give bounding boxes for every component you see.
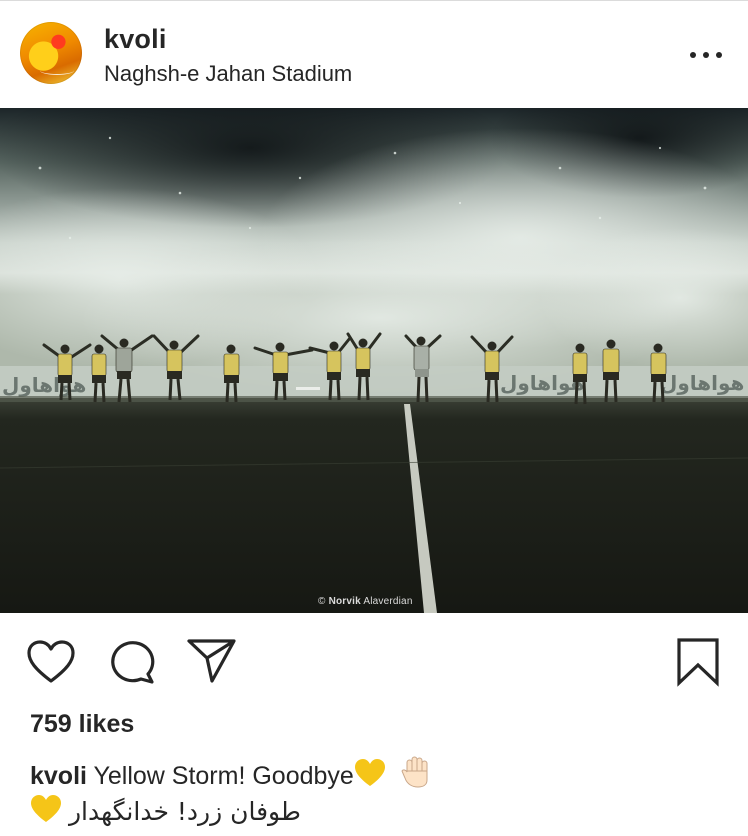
banner-text-3: هواهاول: [660, 371, 744, 395]
banner-text-1: هواهاول: [2, 373, 86, 397]
likes-count[interactable]: 759 likes: [30, 710, 134, 739]
post-location[interactable]: Naghsh-e Jahan Stadium: [104, 61, 352, 87]
comment-bubble-icon[interactable]: [108, 637, 158, 687]
post-username[interactable]: kvoli: [104, 24, 167, 55]
bookmark-icon[interactable]: [676, 637, 720, 687]
caption-persian-text: طوفان زرد! خدانگهدار: [68, 797, 301, 826]
banner-text-2: هواهاول: [500, 371, 584, 395]
caption-line-2: طوفان زرد! خدانگهدار: [30, 794, 301, 831]
caption-text: Yellow Storm! Goodbye: [93, 762, 354, 790]
avatar[interactable]: [20, 22, 82, 84]
caption: kvoli Yellow Storm! Goodbye: [30, 756, 435, 795]
yellow-heart-icon-2: [30, 794, 62, 831]
heart-icon[interactable]: [26, 639, 76, 685]
more-dots-icon[interactable]: [688, 36, 724, 72]
raised-hand-icon: [401, 756, 435, 795]
paper-plane-icon[interactable]: [186, 637, 238, 683]
caption-username[interactable]: kvoli: [30, 762, 87, 790]
post-actions: [0, 613, 748, 703]
photo-credit: © Norvik Alaverdian: [318, 596, 413, 607]
post-photo[interactable]: هواهاول هواهاول هواهاول: [0, 108, 748, 613]
post-header: kvoli Naghsh-e Jahan Stadium: [0, 0, 748, 108]
yellow-heart-icon: [354, 758, 386, 795]
